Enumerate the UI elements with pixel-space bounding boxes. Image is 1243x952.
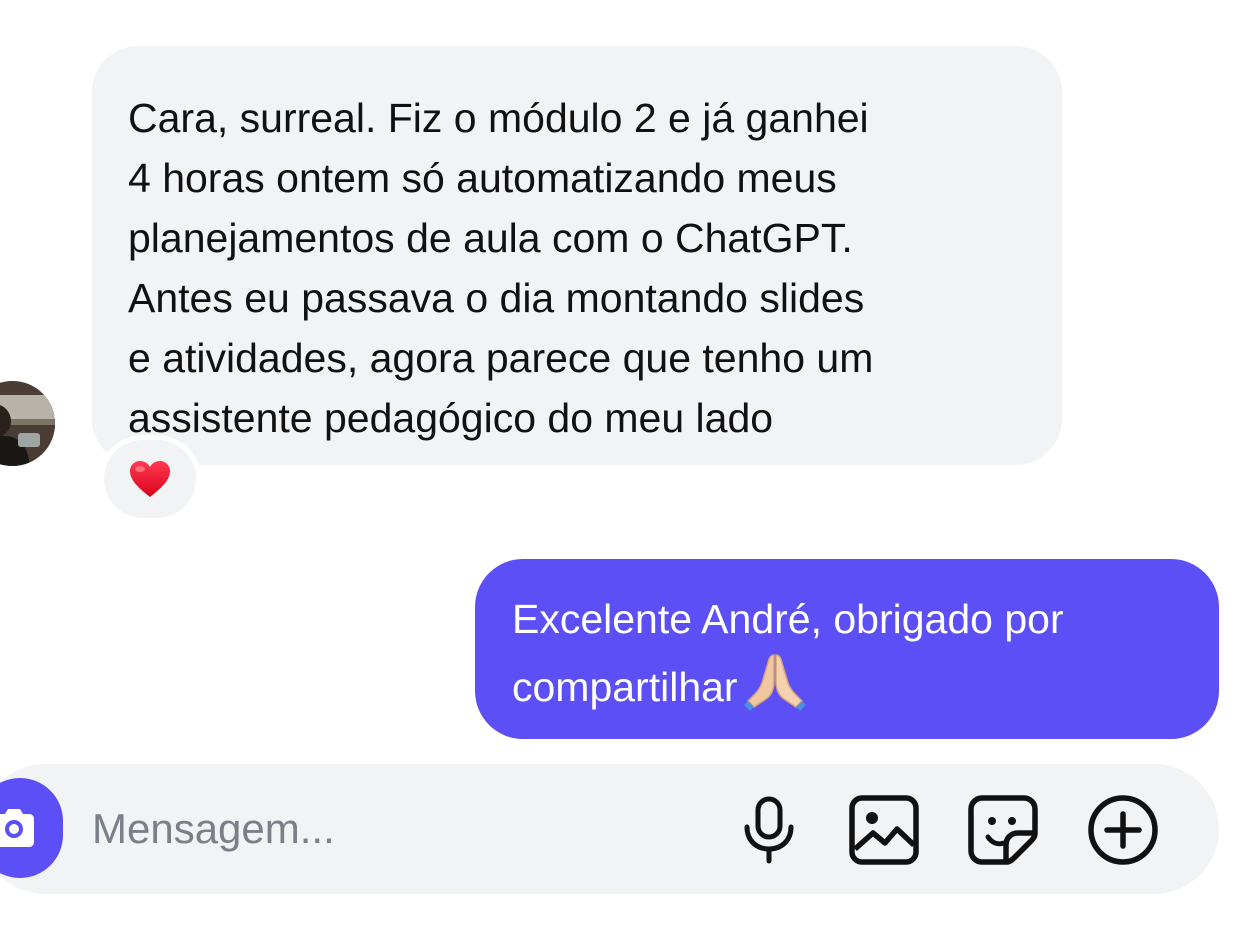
microphone-button[interactable]: [732, 793, 806, 867]
folded-hands-emoji: [743, 654, 806, 711]
avatar[interactable]: [0, 381, 55, 466]
incoming-message-text: Cara, surreal. Fiz o módulo 2 e já ganhe…: [128, 95, 874, 441]
chat-screen: Cara, surreal. Fiz o módulo 2 e já ganhe…: [0, 0, 1243, 952]
image-button[interactable]: [847, 793, 921, 867]
reaction-badge[interactable]: [104, 440, 196, 518]
add-button[interactable]: [1086, 793, 1160, 867]
outgoing-message-bubble[interactable]: Excelente André, obrigado por compartilh…: [475, 559, 1219, 739]
plus-circle-icon: [1088, 795, 1158, 865]
message-input[interactable]: Mensagem...: [92, 804, 335, 854]
microphone-icon: [744, 796, 794, 864]
heart-icon: [130, 461, 170, 497]
sticker-icon: [968, 795, 1038, 865]
outgoing-message-text: Excelente André, obrigado por compartilh…: [512, 589, 1189, 717]
sticker-button[interactable]: [966, 793, 1040, 867]
incoming-message-bubble[interactable]: Cara, surreal. Fiz o módulo 2 e já ganhe…: [92, 46, 1062, 465]
camera-icon: [0, 809, 34, 847]
image-icon: [849, 795, 919, 865]
